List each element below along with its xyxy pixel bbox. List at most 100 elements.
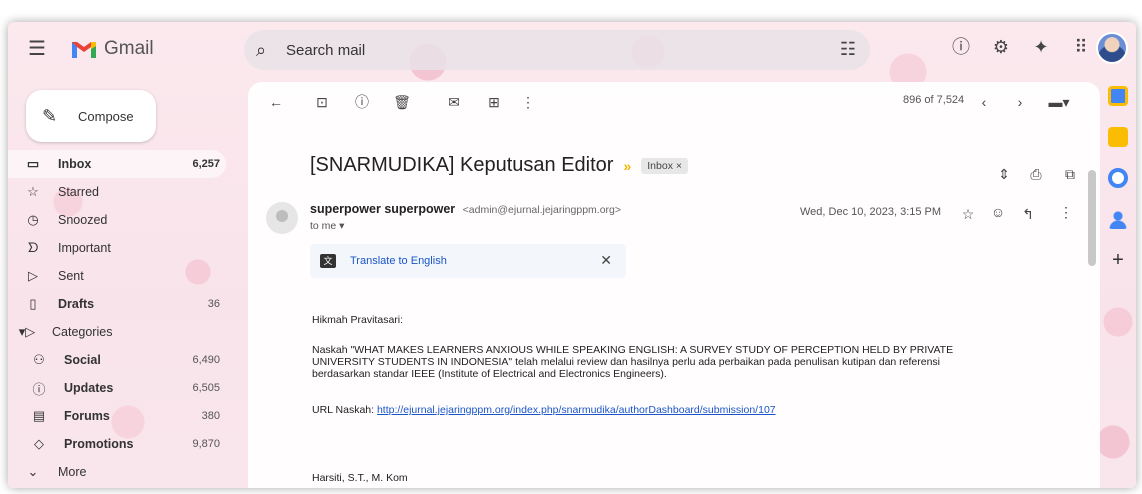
people-icon: ⚇: [33, 352, 45, 367]
gmail-m-icon: [72, 42, 96, 58]
email-date: Wed, Dec 10, 2023, 3:15 PM: [800, 206, 942, 218]
email-paragraph-line: berdasarkan standar IEEE (Institute of E…: [312, 368, 667, 380]
sidebar-item-label: Snoozed: [58, 213, 108, 227]
search-options-icon[interactable]: ☷: [840, 39, 856, 60]
tag-icon: ◇: [34, 436, 44, 451]
gmail-logo[interactable]: Gmail: [70, 34, 154, 64]
older-chevron-icon[interactable]: ›: [1010, 92, 1030, 112]
sidebar-item-important[interactable]: ᗤ Important: [8, 234, 238, 262]
sidebar-item-label: Drafts: [58, 297, 95, 311]
inbox-label-chip[interactable]: Inbox ×: [641, 157, 689, 174]
sidebar-item-label: Promotions: [64, 437, 134, 451]
input-tools-icon[interactable]: ▬▾: [1044, 92, 1074, 112]
email-paragraph-line: Naskah "WHAT MAKES LEARNERS ANXIOUS WHIL…: [312, 344, 954, 356]
forum-icon: ▤: [32, 408, 46, 423]
reply-icon[interactable]: ↰: [1018, 204, 1038, 224]
print-icon[interactable]: ⎙: [1026, 164, 1046, 184]
sender-avatar[interactable]: [266, 202, 298, 234]
emoji-react-icon[interactable]: ☺: [988, 202, 1008, 222]
more-vert-icon[interactable]: ⋮: [1056, 202, 1076, 222]
draft-icon: ▯: [29, 296, 37, 311]
sidebar-item-label: Inbox: [58, 157, 92, 171]
category-count: 6,490: [192, 354, 220, 366]
sidebar-item-label: More: [58, 465, 87, 479]
clock-icon: ◷: [27, 212, 39, 227]
apps-grid-icon[interactable]: ⠿: [1068, 34, 1094, 60]
back-arrow-icon[interactable]: ←: [266, 92, 286, 112]
mark-unread-icon[interactable]: ✉: [444, 92, 464, 112]
archive-icon[interactable]: ⊡: [312, 92, 332, 112]
sidebar-item-starred[interactable]: ☆ Starred: [8, 178, 238, 206]
recipient-details[interactable]: to me ▾: [310, 220, 344, 232]
unread-count: 6,257: [192, 158, 220, 170]
sidebar-item-drafts[interactable]: ▯ Drafts 36: [8, 290, 238, 318]
sidebar-item-sent[interactable]: ▷ Sent: [8, 262, 238, 290]
contacts-icon[interactable]: [1108, 209, 1128, 229]
settings-gear-icon[interactable]: ⚙: [988, 34, 1014, 60]
newer-chevron-icon[interactable]: ‹: [974, 92, 994, 112]
category-count: 380: [201, 410, 220, 422]
sidebar-item-social[interactable]: ⚇ Social 6,490: [8, 346, 238, 374]
add-addon-icon[interactable]: +: [1108, 250, 1128, 270]
info-icon: ⓘ: [32, 381, 46, 397]
app-name: Gmail: [104, 38, 154, 59]
chevron-down-icon: ⌄: [27, 464, 39, 479]
sidebar-item-snoozed[interactable]: ◷ Snoozed: [8, 206, 238, 234]
url-line: URL Naskah: http://ejurnal.jejaringppm.o…: [312, 404, 776, 416]
category-count: 9,870: [192, 438, 220, 450]
main-menu-icon[interactable]: ☰: [24, 36, 50, 62]
send-icon: ▷: [28, 268, 38, 283]
message-toolbar: ← ⊡ ⓘ 🗑︎ ✉ ⊞ ⋮ 896 of 7,524 ‹ › ▬▾: [248, 82, 1100, 122]
sidebar-nav: ▭ Inbox 6,257 ☆ Starred ◷ Snoozed ᗤ Impo…: [8, 150, 238, 486]
gemini-sparkle-icon[interactable]: ✦: [1028, 34, 1054, 60]
importance-marker-icon[interactable]: »: [623, 158, 631, 174]
keep-icon[interactable]: [1108, 127, 1128, 147]
subject-row: [SNARMUDIKA] Keputusan Editor » Inbox ×: [310, 154, 689, 177]
expand-all-icon[interactable]: ⇕: [994, 164, 1014, 184]
sidebar-item-forums[interactable]: ▤ Forums 380: [8, 402, 238, 430]
email-greeting: Hikmah Pravitasari:: [312, 314, 404, 326]
open-new-window-icon[interactable]: ⧉: [1060, 164, 1080, 184]
draft-count: 36: [207, 298, 220, 310]
tasks-icon[interactable]: [1108, 168, 1128, 188]
inbox-icon: ▭: [26, 156, 40, 171]
sender-name[interactable]: superpower superpower: [310, 202, 455, 216]
compose-button[interactable]: ✎ Compose: [26, 90, 156, 142]
submission-link[interactable]: http://ejurnal.jejaringppm.org/index.php…: [377, 404, 776, 416]
help-icon[interactable]: ⓘ: [948, 34, 974, 60]
scrollbar[interactable]: [1088, 170, 1096, 266]
email-subject: [SNARMUDIKA] Keputusan Editor: [310, 154, 614, 176]
calendar-icon[interactable]: [1108, 86, 1128, 106]
sender-email: <admin@ejurnal.jejaringppm.org>: [462, 204, 622, 216]
url-label: URL Naskah:: [312, 404, 377, 416]
pager-count: 896 of 7,524: [903, 94, 965, 106]
sidebar-item-label: Forums: [64, 409, 110, 423]
report-spam-icon[interactable]: ⓘ: [352, 92, 372, 112]
close-icon[interactable]: ✕: [600, 252, 612, 269]
category-count: 6,505: [192, 382, 220, 394]
sidebar-item-label: Starred: [58, 185, 99, 199]
delete-icon[interactable]: 🗑︎: [392, 92, 412, 112]
email-paragraph-line: UNIVERSITY STUDENTS IN INDONESIA" telah …: [312, 356, 941, 368]
sidebar-item-label: Social: [64, 353, 101, 367]
star-icon[interactable]: ☆: [958, 204, 978, 224]
move-to-icon[interactable]: ⊞: [484, 92, 504, 112]
top-bar: ☰ Gmail ⌕ Search mail ☷ ⓘ ⚙ ✦ ⠿: [8, 22, 1136, 78]
gmail-window: ☰ Gmail ⌕ Search mail ☷ ⓘ ⚙ ✦ ⠿ ✎ Compos…: [8, 22, 1136, 488]
translate-link[interactable]: Translate to English: [350, 255, 447, 267]
more-options-icon[interactable]: ⋮: [518, 92, 538, 112]
sidebar-item-inbox[interactable]: ▭ Inbox 6,257: [8, 150, 226, 178]
sidebar-item-categories[interactable]: ▾▷ Categories: [8, 318, 238, 346]
sidebar-item-label: Sent: [58, 269, 84, 283]
search-bar[interactable]: ⌕ Search mail ☷: [244, 30, 870, 70]
sidebar-item-more[interactable]: ⌄ More: [8, 458, 238, 486]
search-input[interactable]: Search mail: [286, 42, 365, 59]
important-icon: ᗤ: [27, 240, 39, 255]
account-avatar[interactable]: [1096, 32, 1128, 64]
sidebar-item-label: Important: [58, 241, 111, 255]
search-icon[interactable]: ⌕: [256, 40, 276, 60]
sidebar-item-promotions[interactable]: ◇ Promotions 9,870: [8, 430, 238, 458]
email-signature: Harsiti, S.T., M. Kom: [312, 472, 408, 484]
sidebar-item-updates[interactable]: ⓘ Updates 6,505: [8, 374, 238, 402]
top-icons: ⓘ ⚙ ✦ ⠿: [948, 34, 1094, 60]
